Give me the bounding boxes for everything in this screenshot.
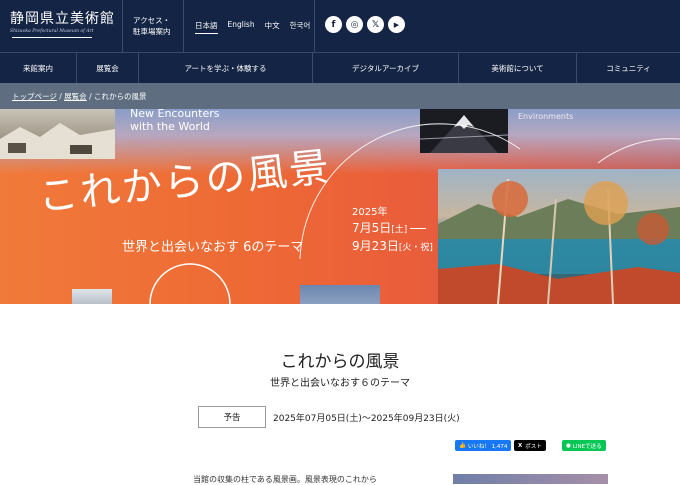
museum-logo[interactable]: 静岡県立美術館 Shizuoka Prefectural Museum of A… <box>10 8 120 44</box>
exhibition-period: 2025年07月05日(土)〜2025年09月23日(火) <box>273 414 460 424</box>
line-share-button[interactable]: ● LINEで送る <box>562 440 606 451</box>
instagram-icon[interactable]: ◎ <box>346 16 363 33</box>
access-line1: アクセス・ <box>133 16 171 25</box>
nav-item-about[interactable]: 美術館について <box>459 53 577 83</box>
main-nav: 来館案内 展覧会 アートを学ぶ・体験する デジタルアーカイブ 美術館について コ… <box>0 52 680 83</box>
x-icon[interactable]: 𝕏 <box>367 16 384 33</box>
breadcrumb: トップページ / 展覧会 / これからの風景 <box>0 83 680 109</box>
bottom-image-left <box>72 289 112 304</box>
breadcrumb-current: これからの風景 <box>93 92 147 101</box>
exhibition-content: これからの風景 世界と出会いなおす６のテーマ 予告 2025年07月05日(土)… <box>0 304 680 484</box>
x-icon: X <box>518 442 523 449</box>
youtube-icon[interactable]: ▶ <box>388 16 405 33</box>
lang-chinese[interactable]: 中文 <box>265 20 280 34</box>
nav-item-visit[interactable]: 来館案内 <box>0 53 77 83</box>
thumbs-up-icon: 👍 <box>459 442 466 449</box>
access-link[interactable]: アクセス・ 駐車場案内 <box>133 15 171 37</box>
lake-painting-art <box>438 178 680 304</box>
hero-end-date: 9月23日[火・祝] <box>352 239 433 253</box>
breadcrumb-exhibitions[interactable]: 展覧会 <box>64 92 87 101</box>
logo-underline <box>12 37 92 38</box>
intro-thumbnail <box>453 474 608 484</box>
facebook-icon[interactable]: f <box>325 16 342 33</box>
line-icon: ● <box>566 442 571 449</box>
status-badge: 予告 <box>198 406 266 428</box>
nav-item-archive[interactable]: デジタルアーカイブ <box>313 53 459 83</box>
exhibition-title: これからの風景 <box>280 352 400 372</box>
hero-banner: New Encounters with the World Environmen… <box>0 109 680 304</box>
hero-subtitle: 世界と出会いなおす 6のテーマ <box>122 240 304 255</box>
language-switcher: 日本語 English 中文 한국어 <box>195 20 310 34</box>
hero-year: 2025年 <box>352 207 388 218</box>
hero-start-date: 7月5日[土] <box>352 219 427 236</box>
social-links: f ◎ 𝕏 ▶ <box>325 16 405 33</box>
lang-english[interactable]: English <box>228 20 255 34</box>
facebook-like-button[interactable]: 👍 いいね！ 1,474 <box>455 440 512 451</box>
divider <box>122 0 123 52</box>
lake-painting-image <box>438 169 680 304</box>
x-post-button[interactable]: X ポスト <box>514 440 546 451</box>
exhibition-subtitle: 世界と出会いなおす６のテーマ <box>270 378 410 389</box>
logo-subtitle: Shizuoka Prefectural Museum of Art <box>10 29 94 34</box>
logo-title: 静岡県立美術館 <box>10 11 115 27</box>
nav-item-exhibitions[interactable]: 展覧会 <box>77 53 139 83</box>
divider <box>183 0 184 52</box>
lang-japanese[interactable]: 日本語 <box>195 20 218 34</box>
access-line2: 駐車場案内 <box>133 27 171 36</box>
nav-item-community[interactable]: コミュニティ <box>577 53 680 83</box>
breadcrumb-home[interactable]: トップページ <box>12 92 57 101</box>
divider <box>314 0 315 52</box>
bottom-image-right <box>300 285 380 304</box>
nav-item-learn[interactable]: アートを学ぶ・体験する <box>139 53 313 83</box>
site-header: 静岡県立美術館 Shizuoka Prefectural Museum of A… <box>0 0 680 52</box>
lang-korean[interactable]: 한국어 <box>290 20 311 34</box>
